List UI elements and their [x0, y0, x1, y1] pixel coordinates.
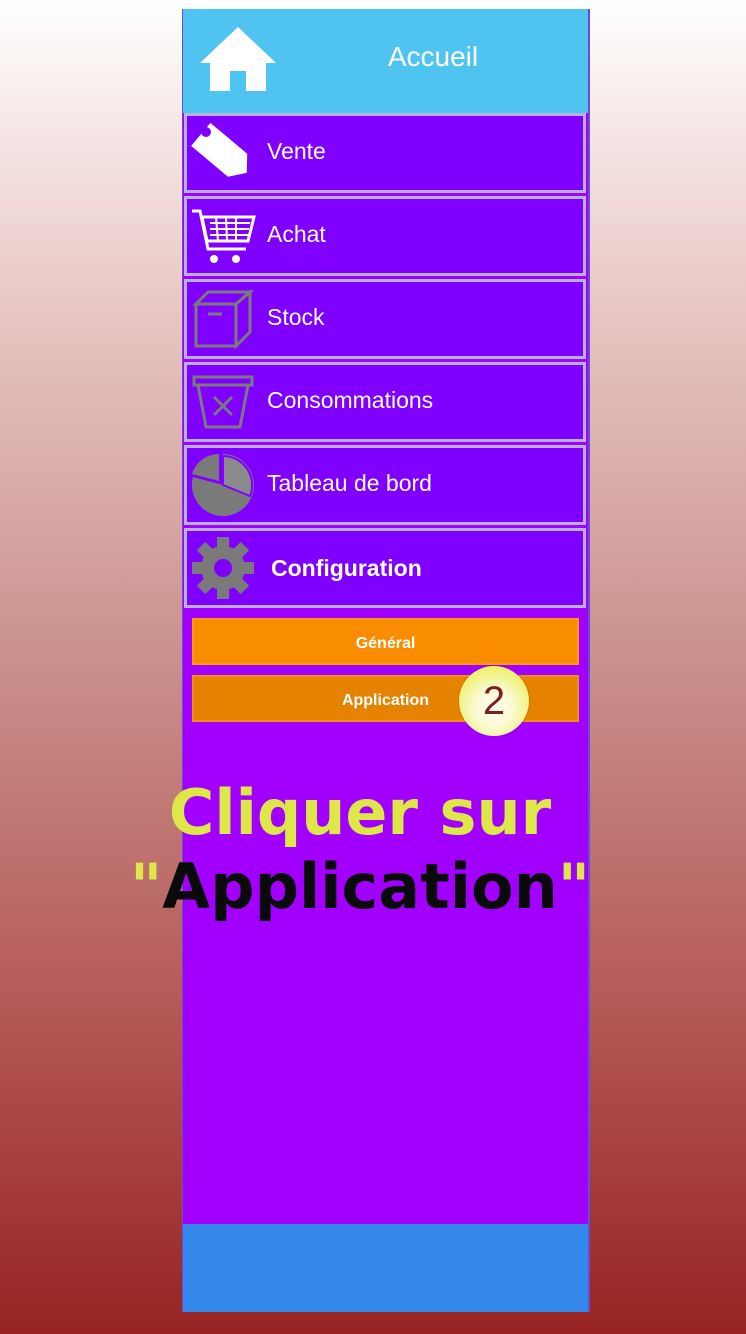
- menu-label-stock: Stock: [267, 304, 325, 330]
- step-number-badge: 2: [459, 666, 529, 736]
- menu-item-consommations[interactable]: Consommations: [184, 362, 586, 442]
- app-window: Accueil Vente Achat Stock Consommations …: [182, 9, 590, 1312]
- menu-item-configuration[interactable]: Configuration: [184, 528, 586, 608]
- menu-item-stock[interactable]: Stock: [184, 279, 586, 359]
- menu-label-vente: Vente: [267, 138, 326, 164]
- consumption-bin-icon: [192, 375, 254, 429]
- header-bar[interactable]: Accueil: [183, 9, 588, 113]
- page-title: Accueil: [387, 41, 479, 72]
- quote-open: ": [129, 850, 163, 923]
- menu-label-tableau-de-bord: Tableau de bord: [267, 470, 432, 496]
- price-tag-icon: [191, 122, 248, 177]
- footer-bar: [183, 1224, 588, 1312]
- menu-item-achat[interactable]: Achat: [184, 196, 586, 276]
- instruction-line-1: Cliquer sur: [168, 776, 552, 849]
- menu-label-consommations: Consommations: [267, 387, 434, 413]
- menu-item-vente[interactable]: Vente: [184, 113, 586, 193]
- instruction-target-text: Application: [162, 850, 558, 923]
- box-icon: [192, 288, 255, 350]
- pie-chart-icon: [191, 453, 254, 516]
- menu-label-configuration: Configuration: [271, 555, 422, 581]
- gear-icon: [192, 537, 254, 599]
- menu-label-achat: Achat: [267, 221, 326, 247]
- home-icon[interactable]: [198, 25, 278, 95]
- submenu-general-button[interactable]: Général: [192, 618, 579, 665]
- menu-item-tableau-de-bord[interactable]: Tableau de bord: [184, 445, 586, 525]
- shopping-cart-icon: [192, 209, 256, 263]
- instruction-line-2: "Application": [120, 850, 600, 924]
- instruction-overlay: Cliquer sur "Application": [120, 776, 600, 924]
- quote-close: ": [557, 850, 591, 923]
